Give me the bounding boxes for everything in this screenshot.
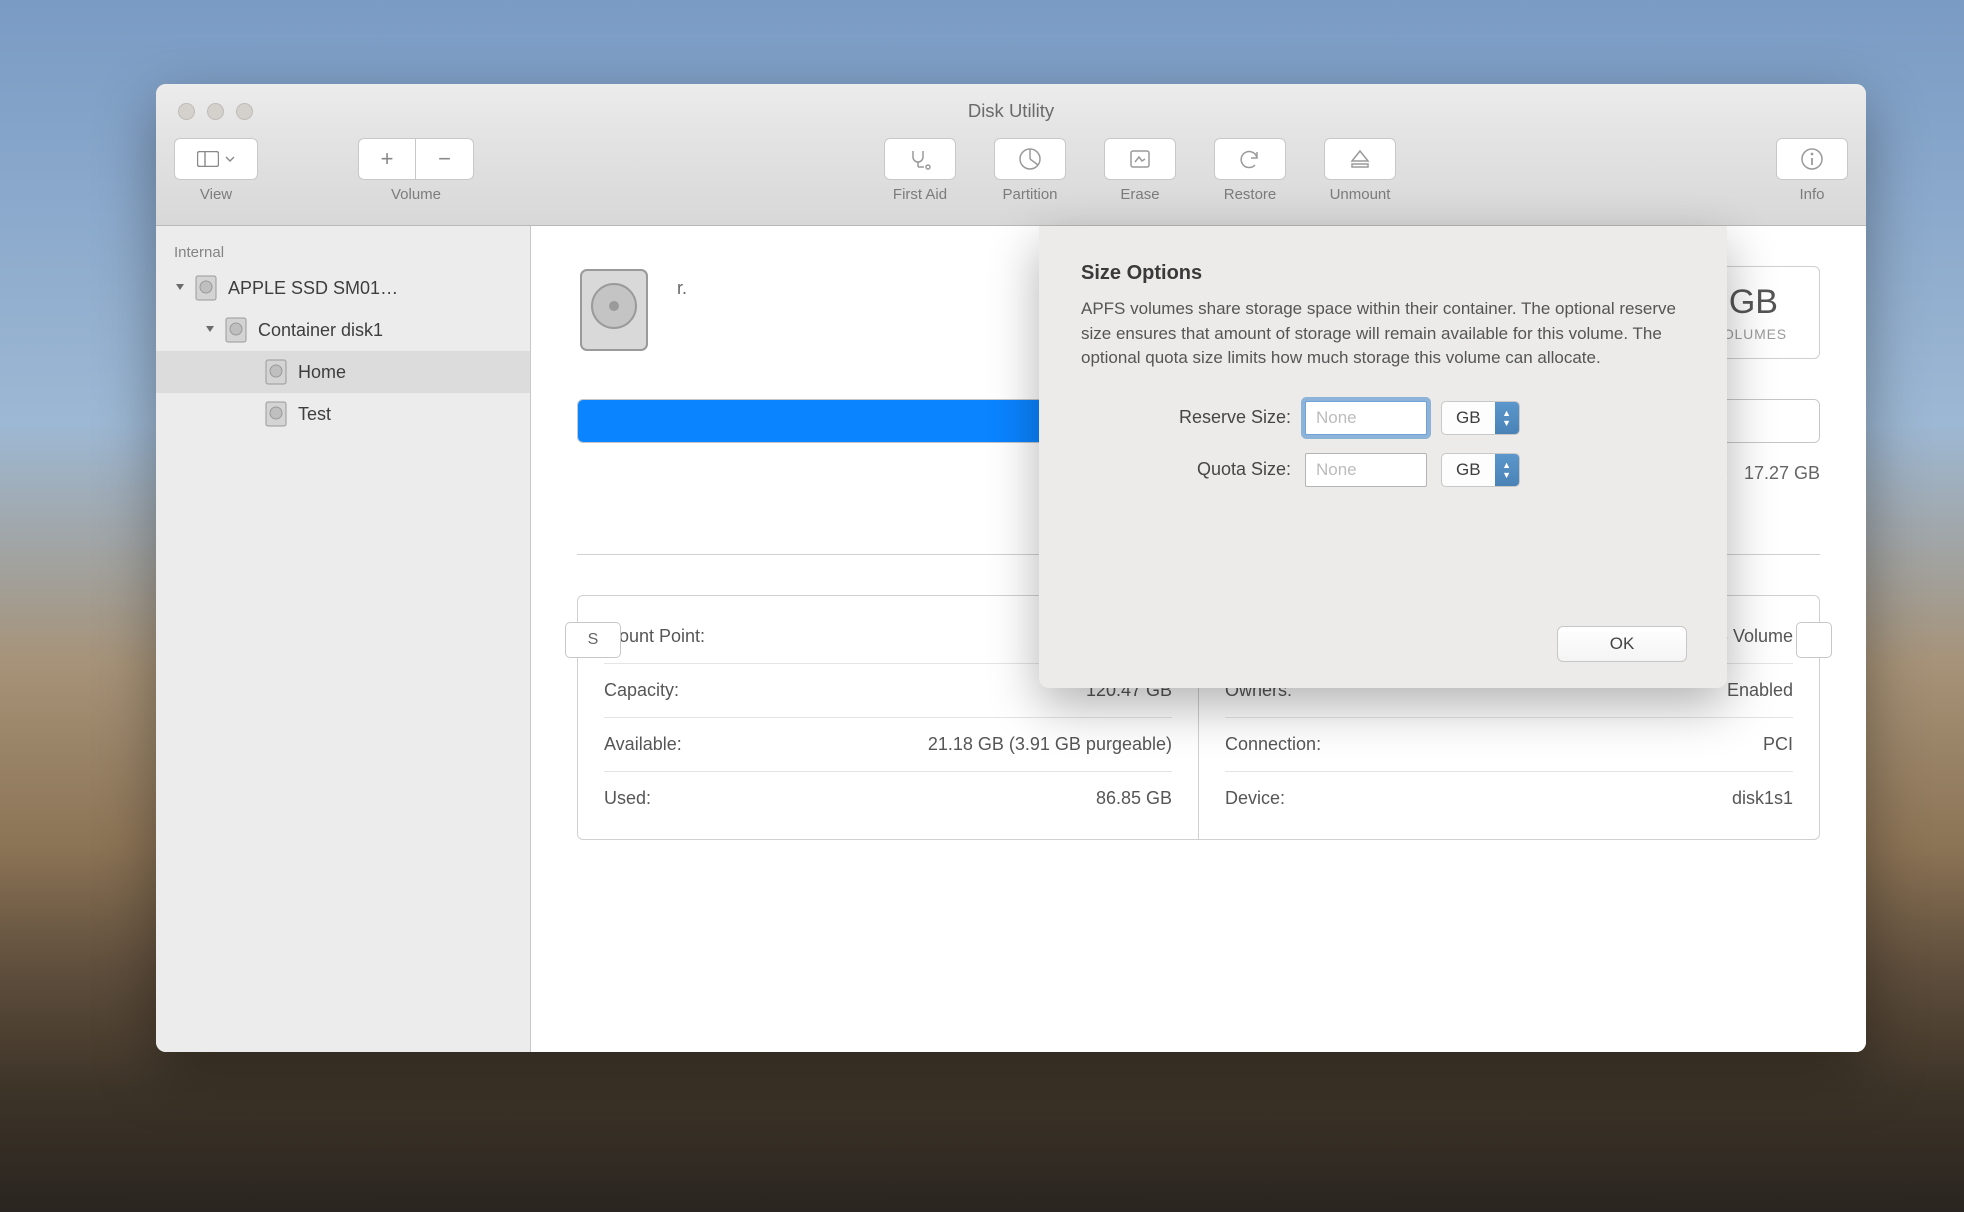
window-title: Disk Utility <box>156 100 1866 122</box>
info-key: Connection: <box>1225 734 1321 755</box>
info-key: Available: <box>604 734 682 755</box>
volume-group: + − Volume <box>358 138 474 203</box>
partition-label: Partition <box>1002 186 1057 203</box>
volume-icon <box>264 399 288 429</box>
volume-big-icon <box>577 266 657 346</box>
reserve-size-label: Reserve Size: <box>1081 407 1291 428</box>
partition-button[interactable] <box>994 138 1066 180</box>
titlebar[interactable]: Disk Utility <box>156 84 1866 138</box>
sidebar-item-label: Container disk1 <box>258 320 383 341</box>
info-row: Device: disk1s1 <box>1225 772 1793 825</box>
sidebar-item-test[interactable]: Test <box>156 393 530 435</box>
reserve-size-input[interactable] <box>1305 401 1427 435</box>
unmount-label: Unmount <box>1330 186 1391 203</box>
remove-volume-button[interactable]: − <box>416 138 474 180</box>
minimize-button[interactable] <box>207 103 224 120</box>
info-value: PCI <box>1763 734 1793 755</box>
size-options-sheet: Size Options APFS volumes share storage … <box>1039 226 1727 688</box>
close-button[interactable] <box>178 103 195 120</box>
unmount-button[interactable] <box>1324 138 1396 180</box>
sidebar: Internal APPLE SSD SM01… Container disk1… <box>156 226 531 1052</box>
toolbar: View + − Volume First Aid <box>156 138 1866 226</box>
container-disk-icon <box>224 315 248 345</box>
sidebar-item-label: APPLE SSD SM01… <box>228 278 398 299</box>
info-value: Enabled <box>1727 680 1793 701</box>
stepper-icon: ▲▼ <box>1495 454 1519 486</box>
sidebar-item-label: Test <box>298 404 331 425</box>
view-button[interactable] <box>174 138 258 180</box>
quota-size-label: Quota Size: <box>1081 459 1291 480</box>
partial-button-right[interactable] <box>1796 622 1832 658</box>
quota-size-unit-select[interactable]: GB ▲▼ <box>1441 453 1520 487</box>
traffic-lights <box>178 103 253 120</box>
view-label: View <box>200 186 232 203</box>
add-volume-button[interactable]: + <box>358 138 416 180</box>
partition-icon <box>1018 147 1042 171</box>
plus-icon: + <box>381 146 394 172</box>
volume-icon <box>264 357 288 387</box>
info-value: 21.18 GB (3.91 GB purgeable) <box>928 734 1172 755</box>
info-key: Device: <box>1225 788 1285 809</box>
first-aid-label: First Aid <box>893 186 947 203</box>
free-value: 17.27 GB <box>1744 463 1820 484</box>
minus-icon: − <box>438 146 451 172</box>
sidebar-item-home[interactable]: Home <box>156 351 530 393</box>
volume-label: Volume <box>391 186 441 203</box>
first-aid-button[interactable] <box>884 138 956 180</box>
disclosure-triangle[interactable] <box>204 323 218 337</box>
disk-utility-window: Disk Utility View + − Volume <box>156 84 1866 1052</box>
sheet-title: Size Options <box>1081 262 1685 285</box>
eject-icon <box>1349 148 1371 170</box>
info-row: Connection: PCI <box>1225 718 1793 772</box>
unit-label: GB <box>1442 454 1495 486</box>
info-icon <box>1800 147 1824 171</box>
info-value: disk1s1 <box>1732 788 1793 809</box>
restore-button[interactable] <box>1214 138 1286 180</box>
stepper-icon: ▲▼ <box>1495 402 1519 434</box>
chevron-down-icon <box>225 156 235 162</box>
main-content: r. 120.47 GB SHARED BY 5 VOLUMES Free 17… <box>531 226 1866 1052</box>
reserve-size-unit-select[interactable]: GB ▲▼ <box>1441 401 1520 435</box>
partial-button-left[interactable]: S <box>565 622 621 658</box>
quota-size-input[interactable] <box>1305 453 1427 487</box>
erase-button[interactable] <box>1104 138 1176 180</box>
zoom-button[interactable] <box>236 103 253 120</box>
info-button[interactable] <box>1776 138 1848 180</box>
internal-disk-icon <box>194 273 218 303</box>
stethoscope-icon <box>907 148 933 170</box>
sidebar-item-container[interactable]: Container disk1 <box>156 309 530 351</box>
info-key: Capacity: <box>604 680 679 701</box>
info-row: Available: 21.18 GB (3.91 GB purgeable) <box>604 718 1172 772</box>
erase-label: Erase <box>1120 186 1159 203</box>
info-key: Used: <box>604 788 651 809</box>
sidebar-item-label: Home <box>298 362 346 383</box>
erase-icon <box>1128 148 1152 170</box>
info-row: Used: 86.85 GB <box>604 772 1172 825</box>
sidebar-item-physical-disk[interactable]: APPLE SSD SM01… <box>156 267 530 309</box>
restore-icon <box>1238 148 1262 170</box>
unit-label: GB <box>1442 402 1495 434</box>
info-value: 86.85 GB <box>1096 788 1172 809</box>
info-label: Info <box>1799 186 1824 203</box>
disclosure-triangle[interactable] <box>174 281 188 295</box>
sidebar-section-header: Internal <box>156 238 530 267</box>
view-group: View <box>174 138 258 203</box>
restore-label: Restore <box>1224 186 1277 203</box>
sheet-description: APFS volumes share storage space within … <box>1081 297 1685 371</box>
ok-button[interactable]: OK <box>1557 626 1687 662</box>
sidebar-icon <box>197 151 235 167</box>
